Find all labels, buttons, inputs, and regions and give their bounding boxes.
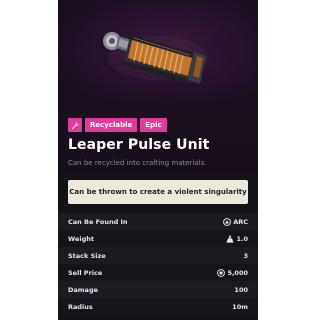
item-subtitle: Can be recycled into crafting materials.: [68, 159, 207, 167]
right-margin: [258, 0, 320, 320]
item-tags: Recyclable Epic: [68, 118, 167, 132]
left-margin: [0, 0, 58, 320]
stat-row-found-in: Can Be Found In ARC: [58, 213, 258, 230]
stat-label: Damage: [68, 285, 99, 294]
stat-row-weight: Weight 1.0: [58, 230, 258, 247]
stat-row-radius: Radius 10m: [58, 298, 258, 315]
tag-rarity: Epic: [140, 118, 167, 132]
stat-value-group: ARC: [223, 218, 248, 226]
item-description: Can be thrown to create a violent singul…: [69, 188, 247, 196]
stat-value-group: 1.0: [226, 235, 248, 243]
stat-label: Sell Price: [68, 268, 103, 277]
stats-table: Can Be Found In ARC Weight 1.0 Stack Siz…: [58, 213, 258, 315]
arc-icon: [223, 217, 232, 226]
coin-icon: [217, 268, 226, 277]
stat-value: 5,000: [227, 268, 248, 277]
tag-recyclable: Recyclable: [85, 118, 138, 132]
wrench-icon: [68, 118, 82, 132]
stat-row-stack-size: Stack Size 3: [58, 247, 258, 264]
weight-icon: [226, 235, 235, 243]
stat-label: Stack Size: [68, 251, 106, 260]
stat-value: 3: [243, 251, 248, 260]
stat-value: ARC: [233, 217, 248, 226]
stat-label: Can Be Found In: [68, 217, 128, 226]
stat-label: Radius: [68, 302, 93, 311]
stat-value: 100: [234, 285, 248, 294]
item-name: Leaper Pulse Unit: [68, 137, 210, 153]
stat-row-sell-price: Sell Price 5,000: [58, 264, 258, 281]
stat-value-group: 5,000: [217, 269, 248, 277]
stat-value: 10m: [232, 302, 248, 311]
item-tooltip-panel: Recyclable Epic Leaper Pulse Unit Can be…: [58, 0, 258, 320]
stat-row-damage: Damage 100: [58, 281, 258, 298]
stat-value: 1.0: [236, 234, 248, 243]
stat-label: Weight: [68, 234, 94, 243]
item-description-box: Can be thrown to create a violent singul…: [68, 180, 248, 204]
leaper-pulse-unit-image: [103, 32, 208, 84]
